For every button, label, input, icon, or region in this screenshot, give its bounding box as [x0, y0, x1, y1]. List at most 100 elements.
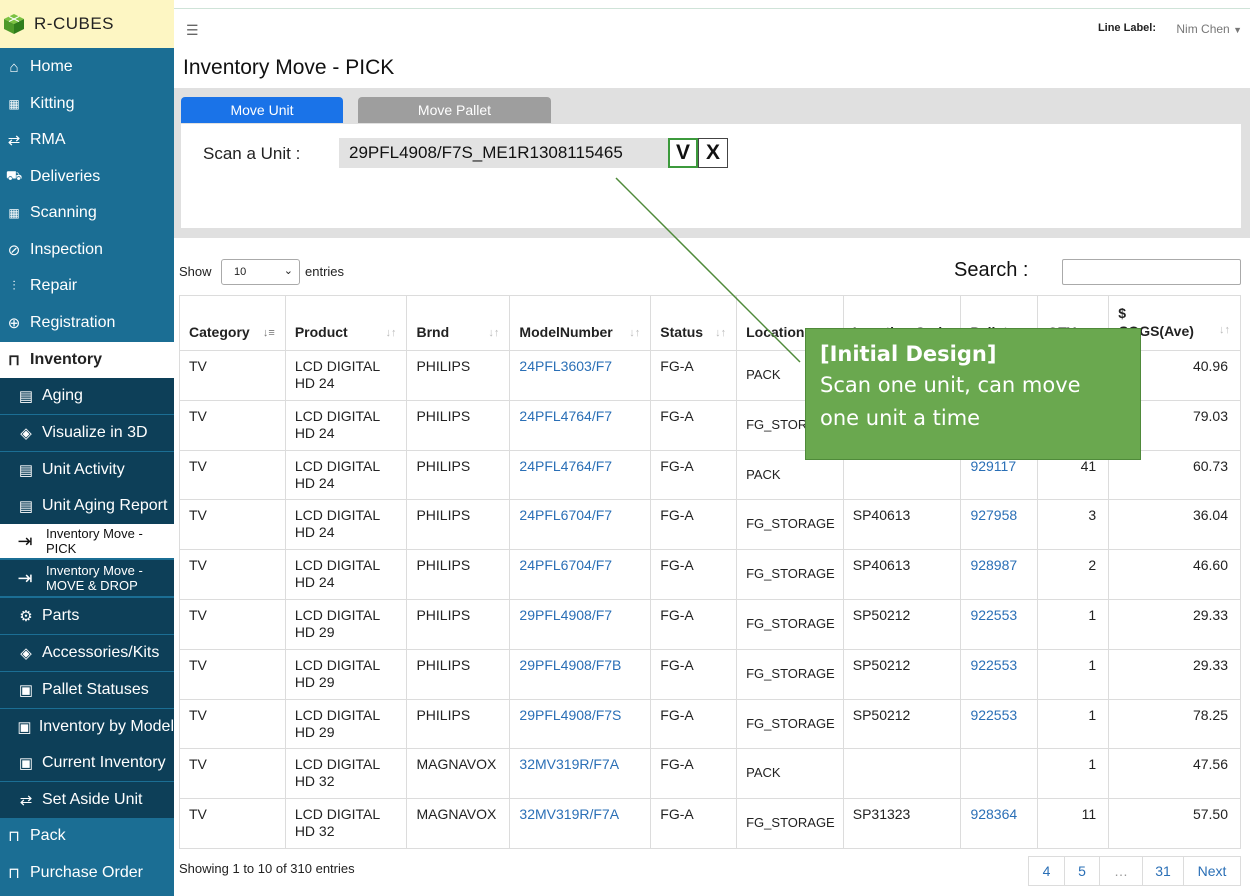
sidebar-item-label: Unit Aging Report — [42, 497, 168, 514]
cell-product: LCD DIGITAL HD 29 — [284, 648, 408, 700]
sidebar-item-label: Home — [30, 58, 73, 75]
confirm-button[interactable]: V — [668, 138, 698, 168]
page-ellipsis: … — [1099, 856, 1142, 886]
column-header-status[interactable]: Status ↓↑ — [650, 295, 738, 351]
table-row[interactable]: TV LCD DIGITAL HD 29 PHILIPS 29PFL4908/F7S F… — [179, 698, 1241, 750]
cell-model[interactable]: 24PFL4764/F7 — [509, 449, 652, 501]
sidebar-item-purchase-order[interactable]: ⊓ Purchase Order — [0, 855, 174, 891]
sidebar-item-visualize-3d[interactable]: ◈ Visualize in 3D — [0, 415, 174, 451]
tab-move-unit[interactable]: Move Unit — [181, 97, 343, 123]
cell-model[interactable]: 24PFL6704/F7 — [509, 549, 652, 600]
next-page-button[interactable]: Next — [1183, 856, 1241, 886]
column-label: ModelNumber — [519, 324, 613, 340]
cell-location-code: SP40613 — [842, 499, 962, 551]
cell-location: FG_STORAGE — [736, 648, 844, 700]
column-header-brand[interactable]: Brnd ↓↑ — [406, 295, 511, 351]
cell-category: TV — [179, 499, 286, 551]
sidebar-item-unit-activity[interactable]: ▤ Unit Activity — [0, 452, 174, 488]
sidebar-item-current-inventory[interactable]: ▣ Current Inventory — [0, 745, 174, 781]
cell-brand: PHILIPS — [406, 549, 511, 600]
tab-move-pallet[interactable]: Move Pallet — [358, 97, 551, 123]
cancel-button[interactable]: X — [698, 138, 728, 168]
sidebar-item-set-aside-unit[interactable]: ⇄ Set Aside Unit — [0, 782, 174, 818]
table-row[interactable]: TV LCD DIGITAL HD 32 MAGNAVOX 32MV319R/F7A F… — [179, 798, 1241, 849]
cell-pallet[interactable]: 928364 — [960, 798, 1039, 849]
cell-model[interactable]: 29PFL4908/F7 — [509, 598, 652, 650]
cell-pallet[interactable]: 922553 — [960, 698, 1039, 750]
table-row[interactable]: TV LCD DIGITAL HD 24 PHILIPS 24PFL6704/F7 FG… — [179, 549, 1241, 600]
cell-model[interactable]: 29PFL4908/F7S — [509, 698, 652, 750]
sidebar-item-pack[interactable]: ⊓ Pack — [0, 818, 174, 854]
cell-cogs: 78.25 — [1108, 698, 1241, 750]
cell-model[interactable]: 24PFL6704/F7 — [509, 499, 652, 551]
cell-pallet[interactable]: 922553 — [960, 598, 1039, 650]
brand-header[interactable]: R-CUBES — [0, 0, 174, 48]
move-icon: ⇥ — [17, 530, 33, 551]
sidebar-item-rma[interactable]: ⇄ RMA — [0, 122, 174, 158]
cell-product: LCD DIGITAL HD 29 — [284, 598, 408, 650]
sidebar-item-deliveries[interactable]: ⛟ Deliveries — [0, 159, 174, 195]
sidebar-item-label: Current Inventory — [42, 754, 166, 771]
design-callout: [Initial Design] Scan one unit, can move… — [805, 328, 1141, 460]
sidebar-item-repair[interactable]: ⫶ Repair — [0, 268, 174, 304]
sort-icon: ↓↑ — [629, 327, 641, 339]
column-header-category[interactable]: Category ↓≡ — [179, 295, 286, 351]
cell-location-code — [842, 748, 962, 800]
cell-pallet[interactable]: 928987 — [960, 549, 1039, 600]
page-size-select[interactable]: 10 ⌄ — [221, 259, 300, 285]
cell-model[interactable]: 29PFL4908/F7B — [509, 648, 652, 700]
scan-unit-input[interactable] — [339, 138, 669, 168]
page-button-5[interactable]: 5 — [1064, 856, 1099, 886]
cell-location-code: SP31323 — [842, 798, 962, 849]
table-row[interactable]: TV LCD DIGITAL HD 29 PHILIPS 29PFL4908/F7 FG… — [179, 598, 1241, 650]
sidebar-item-registration[interactable]: ⊕ Registration — [0, 305, 174, 341]
cell-model[interactable]: 32MV319R/F7A — [509, 748, 652, 800]
column-header-product[interactable]: Product ↓↑ — [284, 295, 408, 351]
cell-cogs: 57.50 — [1108, 798, 1241, 849]
sidebar-item-label: Deliveries — [30, 168, 101, 185]
cell-category: TV — [179, 549, 286, 600]
cell-model[interactable]: 24PFL4764/F7 — [509, 399, 652, 451]
cell-model[interactable]: 32MV319R/F7A — [509, 798, 652, 849]
sidebar-item-kitting[interactable]: ▦ Kitting — [0, 86, 174, 122]
cell-status: FG-A — [650, 549, 738, 600]
cell-pallet[interactable]: 927958 — [960, 499, 1039, 551]
cell-qty: 1 — [1037, 698, 1110, 750]
cell-status: FG-A — [650, 499, 738, 551]
cell-product: LCD DIGITAL HD 24 — [284, 399, 408, 451]
clipboard-icon: ▤ — [18, 498, 34, 515]
hamburger-menu-icon[interactable]: ☰ — [186, 22, 199, 39]
column-header-model[interactable]: ModelNumber ↓↑ — [509, 295, 652, 351]
cell-pallet[interactable]: 922553 — [960, 648, 1039, 700]
cell-model[interactable]: 24PFL3603/F7 — [509, 350, 652, 401]
table-row[interactable]: TV LCD DIGITAL HD 32 MAGNAVOX 32MV319R/F7A F… — [179, 748, 1241, 800]
table-row[interactable]: TV LCD DIGITAL HD 24 PHILIPS 24PFL6704/F7 FG… — [179, 499, 1241, 551]
sidebar-item-inventory-by-model[interactable]: ▣ Inventory by Model — [0, 709, 174, 745]
cell-category: TV — [179, 449, 286, 501]
sidebar-item-home[interactable]: ⌂ Home — [0, 49, 174, 85]
sidebar-item-inspection[interactable]: ⊘ Inspection — [0, 232, 174, 268]
page-button-31[interactable]: 31 — [1142, 856, 1183, 886]
search-input[interactable] — [1062, 259, 1241, 285]
sidebar-item-inventory-move-drop[interactable]: ⇥ Inventory Move -MOVE & DROP — [0, 560, 174, 596]
sliders-icon: ⫶ — [12, 278, 16, 293]
table-row[interactable]: TV LCD DIGITAL HD 29 PHILIPS 29PFL4908/F7B F… — [179, 648, 1241, 700]
move-icon: ⇥ — [17, 567, 33, 588]
cell-product: LCD DIGITAL HD 24 — [284, 499, 408, 551]
column-label: Category — [189, 324, 250, 340]
user-menu[interactable]: Nim Chen ▼ — [1176, 22, 1242, 36]
page-button-4[interactable]: 4 — [1028, 856, 1064, 886]
sidebar-item-aging[interactable]: ▤ Aging — [0, 378, 174, 414]
cell-status: FG-A — [650, 648, 738, 700]
sidebar-item-pallet-statuses[interactable]: ▣ Pallet Statuses — [0, 672, 174, 708]
sidebar-item-inventory[interactable]: ⊓ Inventory — [0, 342, 174, 378]
sidebar-item-accessories-kits[interactable]: ◈ Accessories/Kits — [0, 635, 174, 671]
cell-location: FG_STORAGE — [736, 798, 844, 849]
sidebar-item-parts[interactable]: ⚙ Parts — [0, 598, 174, 634]
cell-pallet[interactable] — [960, 748, 1039, 800]
sidebar-item-unit-aging-report[interactable]: ▤ Unit Aging Report — [0, 488, 174, 524]
sidebar-item-scanning[interactable]: ▦ Scanning — [0, 195, 174, 231]
cell-product: LCD DIGITAL HD 24 — [284, 549, 408, 600]
sidebar-item-inventory-move-pick[interactable]: ⇥ Inventory Move - PICK — [0, 524, 174, 558]
caret-down-icon: ▼ — [1233, 25, 1242, 35]
